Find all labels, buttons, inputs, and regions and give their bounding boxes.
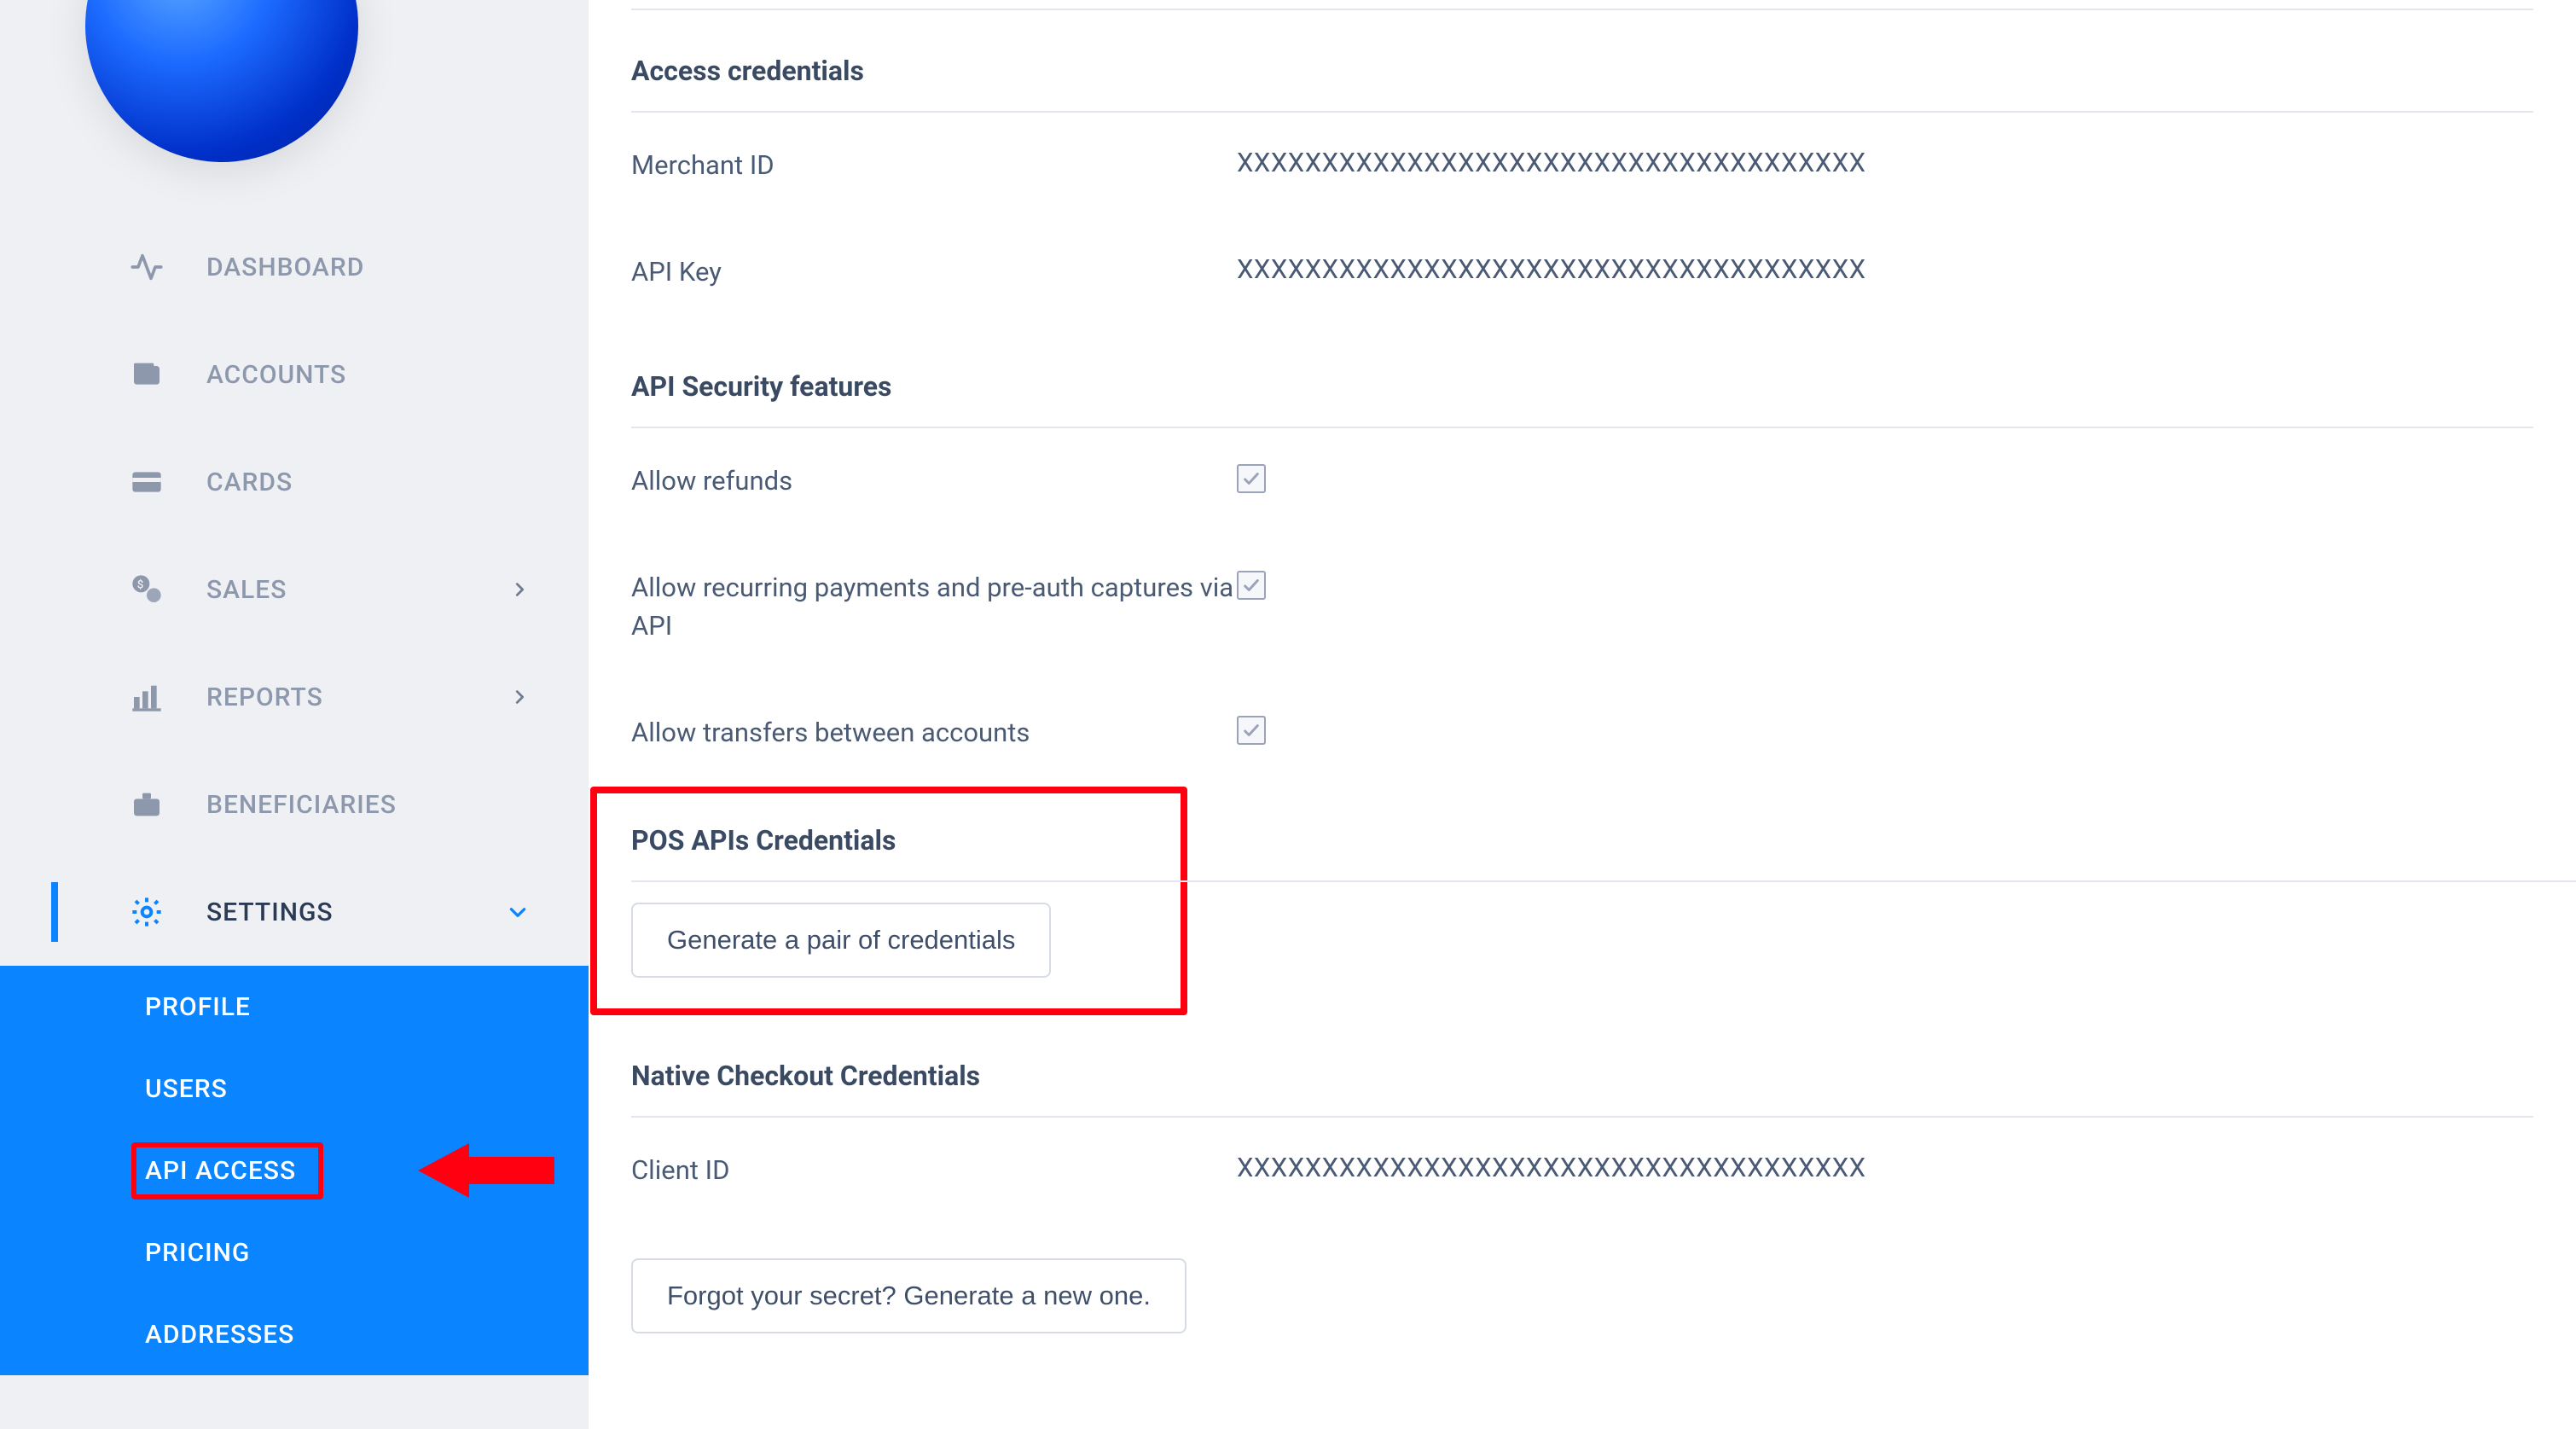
sidebar-item-cards[interactable]: CARDS bbox=[51, 428, 589, 536]
sidebar-item-label: REPORTS bbox=[206, 683, 323, 712]
sidebar-item-label: BENEFICIARIES bbox=[206, 790, 397, 820]
sidebar-item-reports[interactable]: REPORTS bbox=[51, 643, 589, 751]
row-allow-transfers: Allow transfers between accounts bbox=[631, 680, 2533, 787]
subnav-item-label: API ACCESS bbox=[145, 1156, 296, 1186]
svg-text:$: $ bbox=[137, 578, 145, 591]
allow-refunds-label: Allow refunds bbox=[631, 462, 1237, 501]
brand-logo bbox=[85, 0, 358, 162]
generate-credentials-button[interactable]: Generate a pair of credentials bbox=[631, 903, 1051, 978]
activity-icon bbox=[128, 248, 165, 286]
gear-icon bbox=[128, 893, 165, 931]
annotation-arrow-icon bbox=[418, 1136, 554, 1205]
sidebar-item-sales[interactable]: $ SALES bbox=[51, 536, 589, 643]
subnav-item-addresses[interactable]: ADDRESSES bbox=[0, 1293, 589, 1375]
subnav-item-users[interactable]: USERS bbox=[0, 1048, 589, 1130]
section-native-checkout: Native Checkout Credentials Client ID XX… bbox=[589, 1015, 2576, 1368]
sidebar-item-dashboard[interactable]: DASHBOARD bbox=[51, 213, 589, 321]
regenerate-secret-button[interactable]: Forgot your secret? Generate a new one. bbox=[631, 1258, 1186, 1333]
row-forgot-secret: Forgot your secret? Generate a new one. bbox=[631, 1224, 2533, 1368]
sales-icon: $ bbox=[128, 571, 165, 608]
subnav-item-api-access[interactable]: API ACCESS bbox=[0, 1130, 589, 1211]
sidebar-item-settings[interactable]: SETTINGS bbox=[51, 858, 589, 966]
api-key-label: API Key bbox=[631, 253, 1237, 292]
client-id-value: XXXXXXXXXXXXXXXXXXXXXXXXXXXXXXXXXXXXX bbox=[1237, 1152, 1866, 1183]
subnav-item-label: USERS bbox=[145, 1074, 228, 1104]
section-title: Native Checkout Credentials bbox=[631, 1015, 2533, 1116]
main-content: Access credentials Merchant ID XXXXXXXXX… bbox=[589, 0, 2576, 1429]
briefcase-icon bbox=[128, 786, 165, 823]
merchant-id-label: Merchant ID bbox=[631, 147, 1237, 185]
row-api-key: API Key XXXXXXXXXXXXXXXXXXXXXXXXXXXXXXXX… bbox=[631, 219, 2533, 326]
allow-recurring-checkbox[interactable] bbox=[1237, 571, 1266, 600]
bar-chart-icon bbox=[128, 678, 165, 716]
row-merchant-id: Merchant ID XXXXXXXXXXXXXXXXXXXXXXXXXXXX… bbox=[631, 113, 2533, 219]
sidebar-item-accounts[interactable]: ACCOUNTS bbox=[51, 321, 589, 428]
app-root: DASHBOARD ACCOUNTS CARDS $ SALES bbox=[0, 0, 2576, 1429]
subnav-item-label: ADDRESSES bbox=[145, 1320, 294, 1350]
section-title: API Security features bbox=[631, 326, 2533, 427]
section-pos-credentials: POS APIs Credentials Generate a pair of … bbox=[589, 787, 2576, 1015]
card-icon bbox=[128, 463, 165, 501]
logo-wrap bbox=[85, 0, 358, 171]
allow-transfers-checkbox[interactable] bbox=[1237, 716, 1266, 745]
chevron-right-icon bbox=[510, 580, 529, 599]
allow-transfers-label: Allow transfers between accounts bbox=[631, 714, 1237, 752]
settings-subnav: PROFILE USERS API ACCESS PRICING ADDRESS… bbox=[0, 966, 589, 1375]
annotation-highlight-box: POS APIs Credentials Generate a pair of … bbox=[590, 787, 1187, 1015]
api-key-value: XXXXXXXXXXXXXXXXXXXXXXXXXXXXXXXXXXXXX bbox=[1237, 253, 1866, 285]
subnav-item-label: PROFILE bbox=[145, 992, 251, 1022]
section-access-credentials: Access credentials Merchant ID XXXXXXXXX… bbox=[589, 10, 2576, 326]
client-id-label: Client ID bbox=[631, 1152, 1237, 1190]
row-allow-refunds: Allow refunds bbox=[631, 428, 2533, 535]
wallet-icon bbox=[128, 356, 165, 393]
sidebar-item-label: DASHBOARD bbox=[206, 253, 364, 282]
divider bbox=[631, 880, 2576, 882]
row-client-id: Client ID XXXXXXXXXXXXXXXXXXXXXXXXXXXXXX… bbox=[631, 1118, 2533, 1224]
merchant-id-value: XXXXXXXXXXXXXXXXXXXXXXXXXXXXXXXXXXXXX bbox=[1237, 147, 1866, 178]
chevron-down-icon bbox=[507, 901, 529, 923]
sidebar-item-label: SETTINGS bbox=[206, 897, 334, 927]
subnav-item-profile[interactable]: PROFILE bbox=[0, 966, 589, 1048]
allow-refunds-checkbox[interactable] bbox=[1237, 464, 1266, 493]
subnav-item-pricing[interactable]: PRICING bbox=[0, 1211, 589, 1293]
sidebar-item-label: ACCOUNTS bbox=[206, 360, 346, 390]
sidebar: DASHBOARD ACCOUNTS CARDS $ SALES bbox=[0, 0, 589, 1429]
section-title: Access credentials bbox=[631, 10, 2533, 111]
section-title: POS APIs Credentials bbox=[631, 793, 1146, 880]
subnav-item-label: PRICING bbox=[145, 1238, 250, 1268]
allow-recurring-label: Allow recurring payments and pre-auth ca… bbox=[631, 569, 1237, 646]
section-api-security: API Security features Allow refunds Allo… bbox=[589, 326, 2576, 787]
sidebar-item-label: CARDS bbox=[206, 468, 293, 497]
chevron-right-icon bbox=[510, 688, 529, 706]
row-allow-recurring: Allow recurring payments and pre-auth ca… bbox=[631, 535, 2533, 680]
sidebar-item-label: SALES bbox=[206, 575, 287, 605]
primary-nav: DASHBOARD ACCOUNTS CARDS $ SALES bbox=[51, 213, 589, 1375]
sidebar-item-beneficiaries[interactable]: BENEFICIARIES bbox=[51, 751, 589, 858]
